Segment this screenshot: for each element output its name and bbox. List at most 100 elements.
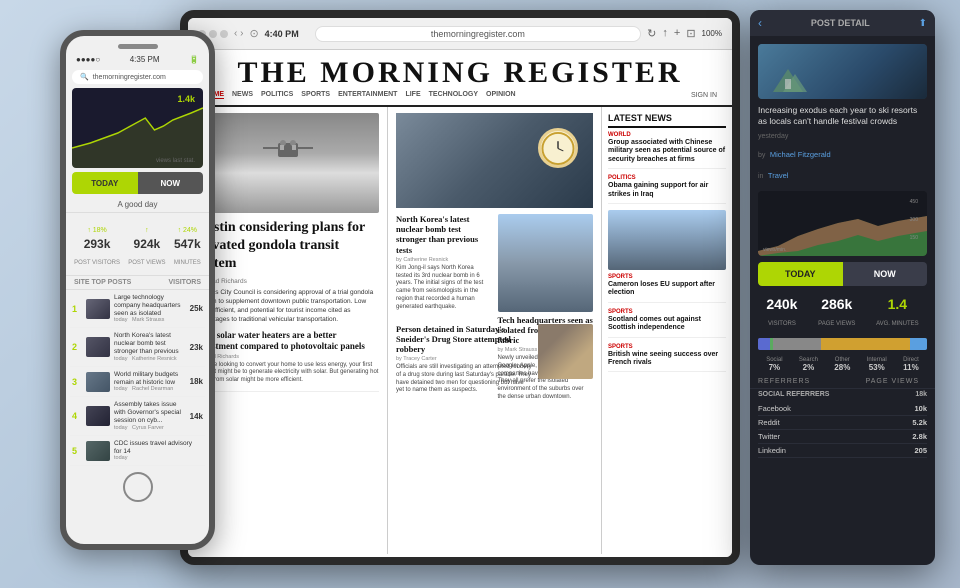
latest-news-title: Latest News — [608, 113, 726, 128]
views-count: 924k — [128, 237, 165, 251]
post-meta: today Mark Strauss — [114, 317, 186, 323]
back-forward-arrows[interactable]: ‹ › — [234, 28, 243, 39]
back-button[interactable]: ‹ — [758, 16, 762, 30]
traffic-other — [773, 338, 820, 350]
tabs-icon[interactable]: ⊡ — [686, 27, 695, 40]
twitter-label: Twitter — [758, 432, 780, 441]
views-label: POST VIEWS — [128, 260, 165, 266]
list-item[interactable]: 2 North Korea's latest nuclear bomb test… — [70, 328, 205, 366]
analytics-big-stats: 240k VISITORS 286k PAGE VIEWS 1.4 AVG. M… — [750, 292, 935, 334]
analytics-minutes-label: AVG. MINUTES — [876, 321, 919, 327]
social-row-twitter: Twitter 2.8k — [758, 430, 927, 444]
sign-in-link[interactable]: SIGN IN — [691, 92, 717, 99]
post-thumbnail — [86, 299, 110, 319]
post-count: 25k — [190, 304, 203, 313]
main-headline: Austin considering plans for elevated go… — [196, 219, 379, 274]
category-prefix: in — [758, 173, 763, 180]
social-row-reddit: Reddit 5.2k — [758, 416, 927, 430]
nav-sports[interactable]: SPORTS — [301, 91, 330, 99]
nav-opinion[interactable]: OPINION — [486, 91, 516, 99]
external-link-icon[interactable]: ⬆ — [919, 18, 927, 29]
clock-image — [538, 128, 578, 168]
list-item[interactable]: 5 CDC issues travel advisory for 14 toda… — [70, 436, 205, 467]
phone-home-button[interactable] — [123, 472, 153, 502]
author-prefix: by — [758, 152, 765, 159]
today-button[interactable]: TODAY — [72, 172, 138, 194]
analytics-chart: 450 300 150 views/min. — [758, 191, 927, 256]
share-icon[interactable]: ↑ — [662, 27, 668, 40]
post-meta: today Katherine Resnick — [114, 356, 186, 362]
analytics-pageviews-label: PAGE VIEWS — [818, 321, 855, 327]
traffic-bar-section — [750, 334, 935, 357]
post-author-name: Michael Fitzgerald — [770, 150, 831, 159]
news-headline-1: Group associated with Chinese military s… — [608, 139, 726, 164]
tablet-time: 4:40 PM — [265, 29, 299, 39]
analytics-now-button[interactable]: NOW — [843, 262, 928, 286]
traffic-label-search: Search 2% — [799, 357, 818, 372]
nav-life[interactable]: LIFE — [405, 91, 420, 99]
minutes-arrow: ↑ 24% — [178, 227, 197, 234]
news-category-3: SPORTS — [608, 274, 726, 280]
sub-byline: by Thad Richards — [196, 354, 379, 360]
traffic-social — [758, 338, 770, 350]
plus-icon[interactable]: + — [674, 27, 680, 40]
list-item[interactable]: 3 World military budgets remain at histo… — [70, 367, 205, 398]
news-category-2: POLITICS — [608, 175, 726, 181]
phone-battery: 🔋 — [189, 55, 199, 64]
traffic-bar — [758, 338, 927, 350]
news-item-3: SPORTS Cameron loses EU support after el… — [608, 274, 726, 303]
nav-links: HOME NEWS POLITICS SPORTS ENTERTAINMENT … — [203, 91, 516, 99]
search-pct: 2% — [799, 363, 818, 372]
center-articles: North Korea's latest nuclear bomb test s… — [396, 214, 593, 401]
phone-status-bar: ●●●●○ 4:35 PM 🔋 — [66, 53, 209, 66]
center-article-2: Tech headquarters seen as isolated from … — [498, 214, 594, 312]
phone-url-bar[interactable]: 🔍 themorningregister.com — [72, 70, 203, 84]
visitors-arrow: ↑ 18% — [87, 227, 106, 234]
main-body: Austin's City Council is considering app… — [196, 288, 379, 324]
nav-politics[interactable]: POLITICS — [261, 91, 293, 99]
center-headline-1: North Korea's latest nuclear bomb test s… — [396, 214, 492, 255]
list-item[interactable]: 1 Large technology company headquarters … — [70, 290, 205, 328]
phone-speaker — [118, 44, 158, 49]
post-thumbnail — [86, 337, 110, 357]
post-count: 14k — [190, 412, 203, 421]
refresh-icon[interactable]: ↻ — [647, 27, 656, 40]
phone-posts-list: 1 Large technology company headquarters … — [66, 290, 209, 466]
nav-entertainment[interactable]: ENTERTAINMENT — [338, 91, 397, 99]
phone-chart: 1.4k views last stat. — [72, 88, 203, 168]
post-count: 23k — [190, 343, 203, 352]
post-title: North Korea's latest nuclear bomb test s… — [114, 332, 186, 355]
tablet-url-bar[interactable]: themorningregister.com — [315, 26, 641, 42]
referrers-section-title: REFERRERS PAGE VIEWS — [750, 375, 935, 388]
news-item-4: SPORTS Scotland comes out against Scotti… — [608, 309, 726, 338]
traffic-label-other: Other 28% — [834, 357, 850, 372]
site-top-posts-label: SITE TOP POSTS — [74, 279, 131, 286]
social-referrers-header: SOCIAL REFERRERS 18k — [758, 391, 927, 398]
phone-device: ●●●●○ 4:35 PM 🔋 🔍 themorningregister.com… — [60, 30, 215, 550]
social-referrers-total: 18k — [915, 391, 927, 398]
social-row-linkedin: Linkedin 205 — [758, 444, 927, 458]
post-number: 2 — [72, 342, 82, 352]
post-title: CDC issues travel advisory for 14 — [114, 440, 199, 456]
center-image-3 — [538, 324, 593, 379]
chart-sublabel: views last stat. — [156, 158, 195, 164]
nav-technology[interactable]: TECHNOLOGY — [429, 91, 478, 99]
center-image-2 — [498, 214, 594, 312]
analytics-today-button[interactable]: TODAY — [758, 262, 843, 286]
analytics-today-now-bar: TODAY NOW — [758, 262, 927, 286]
list-item[interactable]: 4 Assembly takes issue with Governor's s… — [70, 397, 205, 435]
phone-site-header: SITE TOP POSTS VISITORS — [66, 275, 209, 290]
news-headline-2: Obama gaining support for air strikes in… — [608, 182, 726, 199]
post-number: 4 — [72, 411, 82, 421]
now-button[interactable]: NOW — [138, 172, 204, 194]
phone-stat-minutes: ↑ 24% 547k MINUTES — [174, 219, 201, 269]
visitors-col-label: VISITORS — [168, 279, 201, 286]
nav-news[interactable]: NEWS — [232, 91, 253, 99]
post-info: Large technology company headquarters se… — [114, 294, 186, 323]
newspaper-body: Austin considering plans for elevated go… — [188, 107, 732, 554]
post-info: CDC issues travel advisory for 14 today — [114, 440, 199, 462]
svg-text:views/min.: views/min. — [763, 247, 786, 253]
main-article-image — [196, 113, 379, 213]
traffic-internal — [821, 338, 911, 350]
analytics-panel: ‹ POST DETAIL ⬆ Increasing exodus each y… — [750, 10, 935, 565]
